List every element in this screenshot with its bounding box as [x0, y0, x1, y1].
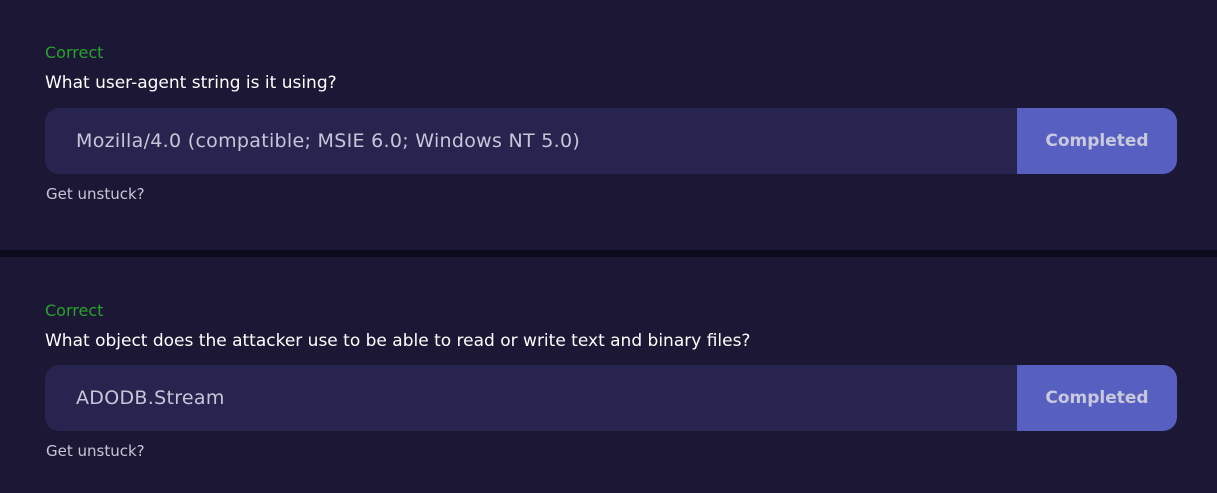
answer-row: Mozilla/4.0 (compatible; MSIE 6.0; Windo… — [45, 108, 1177, 174]
completed-button[interactable]: Completed — [1017, 108, 1177, 174]
question-text: What object does the attacker use to be … — [45, 331, 751, 351]
answer-input[interactable]: Mozilla/4.0 (compatible; MSIE 6.0; Windo… — [45, 108, 1017, 174]
get-unstuck-link[interactable]: Get unstuck? — [46, 185, 145, 203]
answer-input[interactable]: ADODB.Stream — [45, 365, 1017, 431]
status-correct-label: Correct — [45, 301, 104, 320]
answer-row: ADODB.Stream Completed — [45, 365, 1177, 431]
question-card: Correct What user-agent string is it usi… — [0, 0, 1217, 250]
completed-button[interactable]: Completed — [1017, 365, 1177, 431]
question-text: What user-agent string is it using? — [45, 73, 337, 93]
question-card: Correct What object does the attacker us… — [0, 257, 1217, 493]
get-unstuck-link[interactable]: Get unstuck? — [46, 442, 145, 460]
status-correct-label: Correct — [45, 43, 104, 62]
